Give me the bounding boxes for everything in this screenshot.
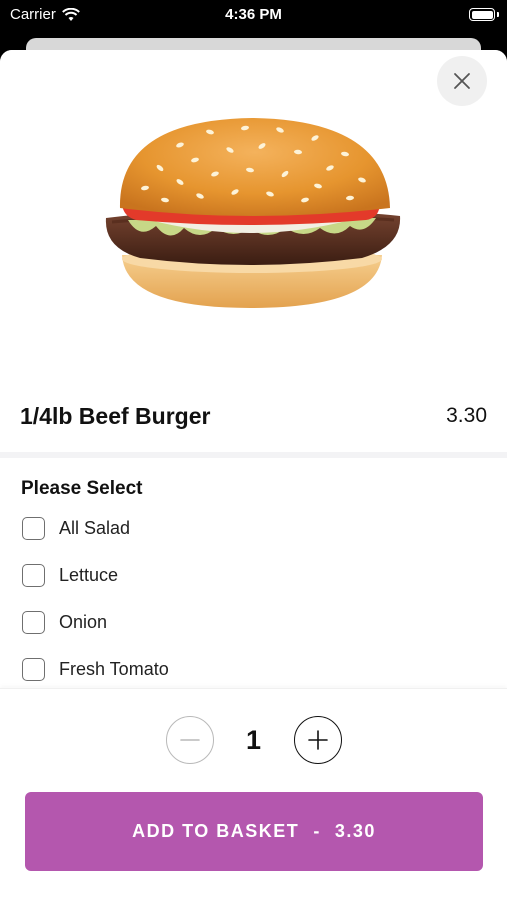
add-to-basket-button[interactable]: ADD TO BASKET - 3.30 (25, 792, 483, 871)
add-button-total: 3.30 (334, 821, 376, 841)
option-all-salad[interactable]: All Salad (22, 513, 130, 543)
quantity-stepper: 1 (0, 716, 507, 764)
option-label: Fresh Tomato (59, 658, 169, 679)
product-sheet: 1/4lb Beef Burger 3.30 Please Select All… (0, 50, 507, 900)
option-label: Lettuce (59, 564, 119, 585)
option-fresh-tomato[interactable]: Fresh Tomato (22, 654, 169, 684)
section-divider (0, 452, 507, 458)
decrease-quantity-button[interactable] (165, 716, 214, 764)
minus-icon (179, 739, 200, 741)
close-icon (454, 73, 470, 89)
product-header: 1/4lb Beef Burger 3.30 (0, 380, 507, 452)
bottom-panel: 1 ADD TO BASKET - 3.30 (0, 688, 507, 900)
add-button-label: ADD TO BASKET (132, 821, 300, 841)
option-onion[interactable]: Onion (22, 607, 107, 637)
checkbox[interactable] (22, 610, 45, 634)
checkbox[interactable] (22, 516, 45, 540)
status-time: 4:36 PM (225, 6, 282, 23)
burger-image (105, 118, 401, 308)
increase-quantity-button[interactable] (293, 716, 342, 764)
options-heading: Please Select (21, 478, 143, 499)
option-lettuce[interactable]: Lettuce (22, 560, 118, 590)
checkbox[interactable] (22, 657, 45, 681)
quantity-value: 1 (245, 724, 262, 755)
product-price: 3.30 (446, 404, 487, 427)
option-label: Onion (59, 611, 108, 632)
battery-icon (469, 8, 495, 21)
product-image-area (0, 50, 507, 380)
status-bar: Carrier 4:36 PM (0, 0, 507, 30)
close-button[interactable] (437, 56, 487, 106)
plus-icon (307, 730, 328, 750)
product-name: 1/4lb Beef Burger (20, 402, 211, 429)
checkbox[interactable] (22, 563, 45, 587)
add-button-separator: - (313, 821, 321, 841)
option-label: All Salad (59, 517, 131, 538)
